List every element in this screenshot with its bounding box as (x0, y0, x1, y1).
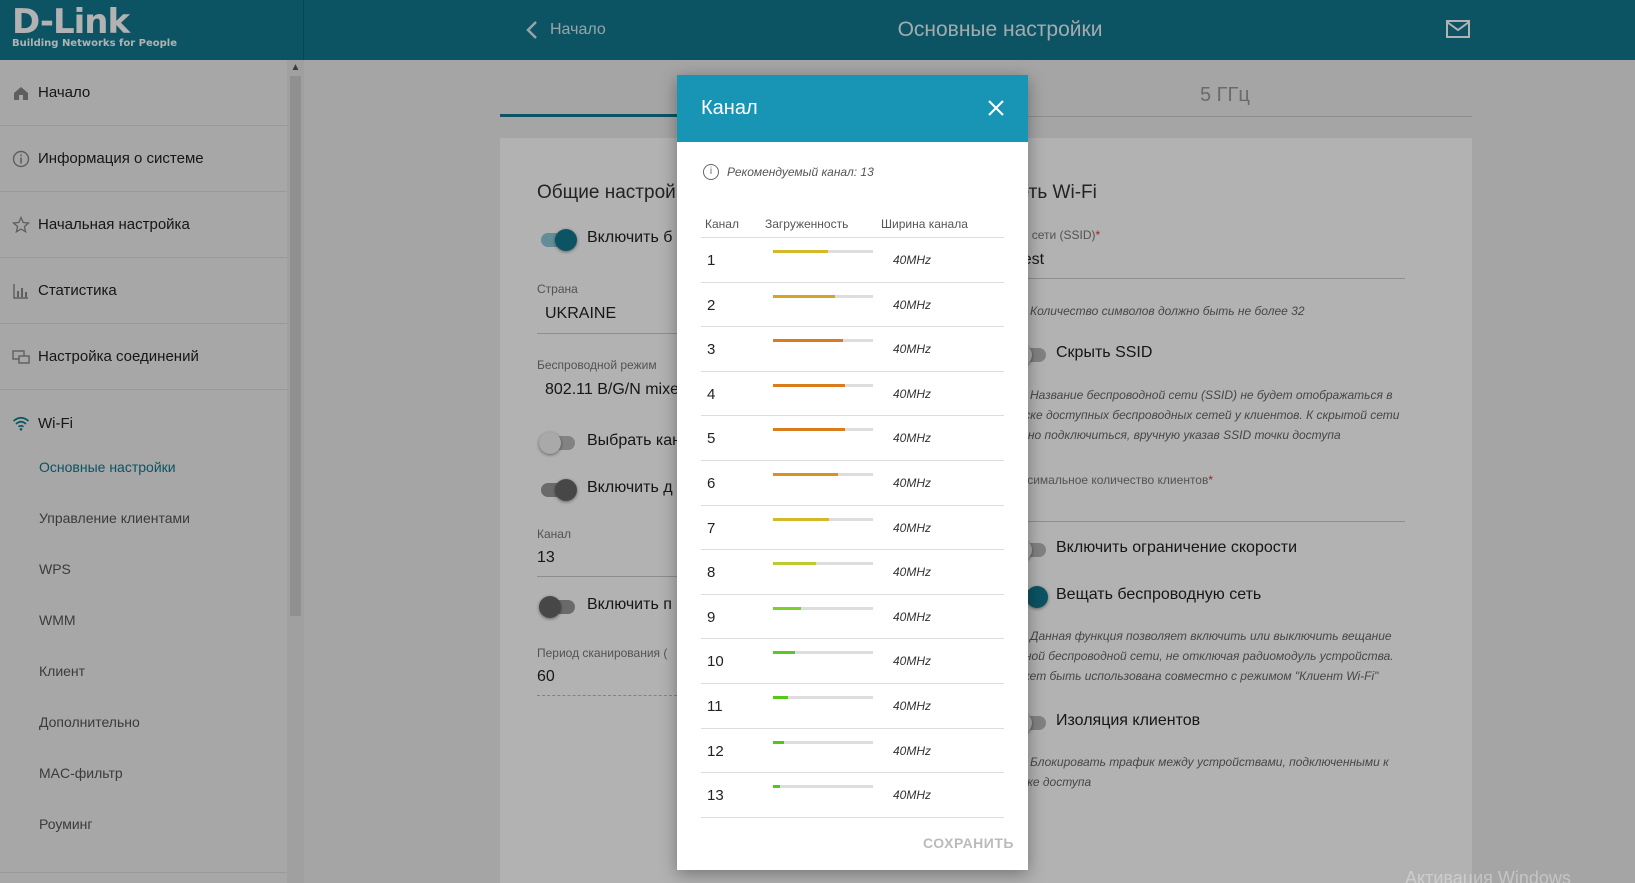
channel-row[interactable]: 8 40MHz (701, 550, 1004, 595)
channel-number: 2 (707, 296, 716, 314)
load-bar (773, 294, 873, 298)
channel-width: 40MHz (893, 476, 932, 490)
channel-width: 40MHz (893, 297, 932, 312)
channel-width: 40MHz (893, 342, 932, 357)
channel-number: 13 (707, 787, 724, 805)
channel-number: 1 (707, 252, 716, 269)
channel-width: 40MHz (893, 431, 932, 446)
recommended-channel: i Рекомендуемый канал: 13 (703, 164, 874, 180)
channel-row[interactable]: 3 40MHz (701, 327, 1004, 372)
load-bar (773, 696, 873, 699)
modal-header: Канал (677, 75, 1028, 142)
channel-row[interactable]: 12 40MHz (701, 729, 1004, 774)
load-bar-fill (773, 383, 845, 387)
load-bar (773, 428, 873, 432)
recommended-channel-text: Рекомендуемый канал: 13 (727, 165, 874, 179)
channel-width: 40MHz (893, 609, 932, 624)
load-bar (773, 651, 873, 655)
load-bar (773, 606, 873, 610)
load-bar-fill (773, 339, 843, 343)
channel-width: 40MHz (893, 699, 932, 713)
channel-width: 40MHz (893, 654, 932, 669)
channel-row[interactable]: 7 40MHz (701, 506, 1004, 551)
channel-row[interactable]: 2 40MHz (701, 283, 1004, 328)
windows-activation-watermark: Активация Windows (1405, 868, 1571, 883)
channel-number: 7 (707, 519, 716, 537)
channel-number: 5 (707, 430, 716, 448)
channel-number: 12 (707, 742, 724, 760)
load-bar (773, 740, 873, 744)
load-bar-fill (773, 428, 845, 432)
channel-width: 40MHz (893, 743, 932, 758)
col-header-channel: Канал (705, 217, 739, 231)
info-icon: i (703, 164, 719, 180)
load-bar-fill (773, 696, 788, 699)
load-bar (773, 250, 873, 253)
channel-modal: Канал i Рекомендуемый канал: 13 Канал За… (677, 75, 1028, 870)
load-bar-fill (773, 740, 784, 744)
load-bar (773, 383, 873, 387)
channel-row[interactable]: 10 40MHz (701, 639, 1004, 684)
channel-row[interactable]: 11 40MHz (701, 684, 1004, 729)
channel-width: 40MHz (893, 520, 932, 535)
channel-number: 8 (707, 564, 716, 582)
load-bar-fill (773, 785, 780, 789)
close-icon[interactable] (983, 95, 1009, 121)
load-bar-fill (773, 250, 828, 253)
channel-width: 40MHz (893, 253, 932, 267)
load-bar-fill (773, 606, 801, 610)
channel-row[interactable]: 1 40MHz (701, 238, 1004, 283)
load-bar (773, 517, 873, 521)
channel-row[interactable]: 9 40MHz (701, 595, 1004, 640)
channel-row[interactable]: 4 40MHz (701, 372, 1004, 417)
channel-row[interactable]: 6 40MHz (701, 461, 1004, 506)
channel-number: 6 (707, 475, 716, 492)
load-bar (773, 473, 873, 476)
modal-title: Канал (701, 97, 758, 119)
col-header-width: Ширина канала (881, 217, 968, 231)
channel-row[interactable]: 13 40MHz (701, 773, 1004, 818)
channel-width: 40MHz (893, 788, 932, 803)
load-bar-fill (773, 562, 816, 566)
channel-width: 40MHz (893, 565, 932, 580)
col-header-load: Загруженность (765, 217, 849, 231)
load-bar (773, 339, 873, 343)
channel-number: 10 (707, 653, 724, 671)
load-bar-fill (773, 473, 838, 476)
channel-number: 9 (707, 608, 716, 626)
load-bar-fill (773, 651, 795, 655)
save-button[interactable]: СОХРАНИТЬ (923, 835, 1014, 851)
load-bar (773, 562, 873, 566)
load-bar-fill (773, 294, 835, 298)
load-bar (773, 785, 873, 789)
channel-width: 40MHz (893, 386, 932, 401)
channel-row[interactable]: 5 40MHz (701, 416, 1004, 461)
load-bar-fill (773, 517, 829, 521)
channel-number: 11 (707, 698, 723, 715)
channel-number: 3 (707, 341, 716, 359)
channel-number: 4 (707, 385, 716, 403)
